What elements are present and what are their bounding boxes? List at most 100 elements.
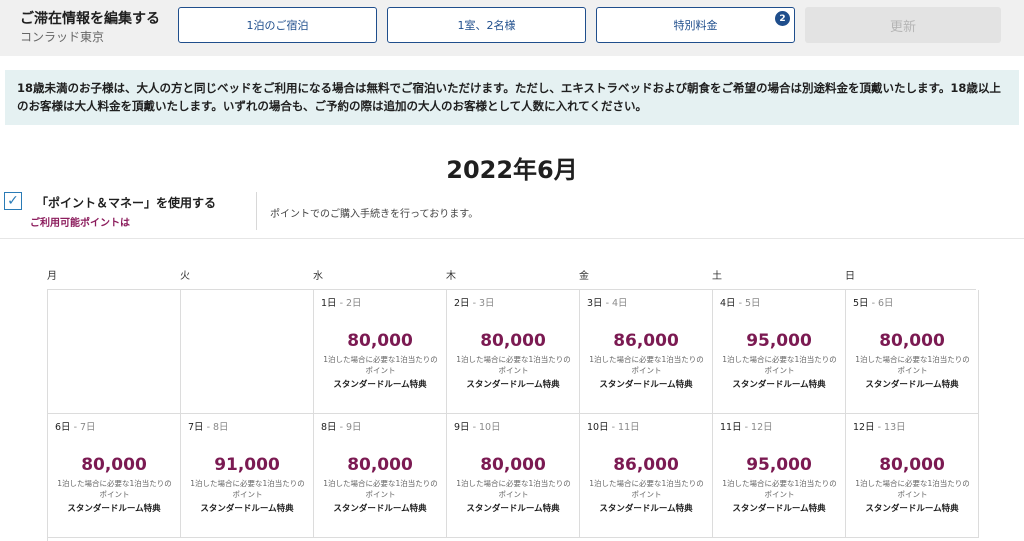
stay-dates: 9日 - 10日 <box>454 419 501 433</box>
points-price: 80,000 <box>480 455 546 475</box>
points-price: 80,000 <box>480 331 546 351</box>
weekday-sun: 日 <box>845 271 855 282</box>
checkin-date: 4日 <box>720 298 736 309</box>
room-type: スタンダードルーム特典 <box>599 380 693 390</box>
points-price: 80,000 <box>347 331 413 351</box>
room-type: スタンダードルーム特典 <box>333 380 427 390</box>
points-note: 1泊した場合に必要な1泊当たりのポイント <box>190 479 305 499</box>
points-note: 1泊した場合に必要な1泊当たりのポイント <box>722 355 837 375</box>
stay-dates: 10日 - 11日 <box>587 419 640 433</box>
room-type: スタンダードルーム特典 <box>200 504 294 514</box>
calendar-day-cell[interactable]: 8日 - 9日 80,000 1泊した場合に必要な1泊当たりのポイント スタンダ… <box>314 414 447 538</box>
points-note: 1泊した場合に必要な1泊当たりのポイント <box>323 355 438 375</box>
room-type: スタンダードルーム特典 <box>333 504 427 514</box>
checkin-date: 9日 <box>454 422 470 433</box>
divider <box>256 192 257 230</box>
points-price: 80,000 <box>81 455 147 475</box>
calendar-day-cell[interactable]: 1日 - 2日 80,000 1泊した場合に必要な1泊当たりのポイント スタンダ… <box>314 290 447 414</box>
weekday-thu: 木 <box>446 271 456 282</box>
child-policy-text: 18歳未満のお子様は、大人の方と同じベッドをご利用になる場合は無料でご宿泊いただ… <box>17 81 1001 113</box>
points-note: 1泊した場合に必要な1泊当たりのポイント <box>456 479 571 499</box>
stay-dates: 6日 - 7日 <box>55 419 96 433</box>
calendar-day-cell[interactable]: 5日 - 6日 80,000 1泊した場合に必要な1泊当たりのポイント スタンダ… <box>846 290 979 414</box>
room-type: スタンダードルーム特典 <box>466 380 560 390</box>
calendar-day-cell[interactable]: 7日 - 8日 91,000 1泊した場合に必要な1泊当たりのポイント スタンダ… <box>181 414 314 538</box>
room-type: スタンダードルーム特典 <box>865 380 959 390</box>
hotel-name: コンラッド東京 <box>20 30 105 44</box>
stay-dates: 12日 - 13日 <box>853 419 906 433</box>
checkout-date: - 10日 <box>469 422 501 433</box>
points-and-money-label[interactable]: 「ポイント＆マネー」を使用する <box>36 194 216 211</box>
points-note: 1泊した場合に必要な1泊当たりのポイント <box>323 479 438 499</box>
checkin-date: 6日 <box>55 422 71 433</box>
points-purchase-notice: ポイントでのご購入手続きを行っております。 <box>270 209 479 220</box>
checkout-date: - 5日 <box>735 298 761 309</box>
calendar-day-cell[interactable]: 12日 - 13日 80,000 1泊した場合に必要な1泊当たりのポイント スタ… <box>846 414 979 538</box>
rooms-guests-selector-button[interactable]: 1室、2名様 <box>387 7 586 43</box>
checkout-date: - 9日 <box>336 422 362 433</box>
checkin-date: 2日 <box>454 298 470 309</box>
stay-edit-header: ご滞在情報を編集する コンラッド東京 1泊のご宿泊 1室、2名様 特別料金 2 … <box>0 0 1024 56</box>
checkin-date: 7日 <box>188 422 204 433</box>
stay-dates: 3日 - 4日 <box>587 295 628 309</box>
stay-dates: 5日 - 6日 <box>853 295 894 309</box>
weekday-mon: 月 <box>47 271 57 282</box>
update-button[interactable]: 更新 <box>805 7 1001 43</box>
weekday-wed: 水 <box>313 271 323 282</box>
calendar-day-cell[interactable]: 10日 - 11日 86,000 1泊した場合に必要な1泊当たりのポイント スタ… <box>580 414 713 538</box>
calendar-day-cell[interactable]: 3日 - 4日 86,000 1泊した場合に必要な1泊当たりのポイント スタンダ… <box>580 290 713 414</box>
special-rates-button[interactable]: 特別料金 2 <box>596 7 795 43</box>
special-rates-label: 特別料金 <box>673 19 718 32</box>
points-note: 1泊した場合に必要な1泊当たりのポイント <box>722 479 837 499</box>
section-divider <box>0 238 1024 239</box>
weekday-tue: 火 <box>180 271 190 282</box>
room-type: スタンダードルーム特典 <box>865 504 959 514</box>
stay-dates: 7日 - 8日 <box>188 419 229 433</box>
calendar-empty-cell <box>48 290 181 414</box>
weekday-fri: 金 <box>579 271 589 282</box>
checkin-date: 10日 <box>587 422 609 433</box>
checkin-date: 8日 <box>321 422 337 433</box>
calendar-day-cell[interactable]: 6日 - 7日 80,000 1泊した場合に必要な1泊当たりのポイント スタンダ… <box>48 414 181 538</box>
checkout-date: - 7日 <box>70 422 96 433</box>
checkout-date: - 13日 <box>874 422 906 433</box>
checkin-date: 3日 <box>587 298 603 309</box>
points-price: 95,000 <box>746 455 812 475</box>
checkin-date: 5日 <box>853 298 869 309</box>
checkout-date: - 6日 <box>868 298 894 309</box>
checkin-date: 11日 <box>720 422 742 433</box>
special-rates-count-badge: 2 <box>775 11 790 26</box>
points-price: 91,000 <box>214 455 280 475</box>
stay-dates: 1日 - 2日 <box>321 295 362 309</box>
room-type: スタンダードルーム特典 <box>466 504 560 514</box>
room-type: スタンダードルーム特典 <box>732 504 826 514</box>
checkout-date: - 2日 <box>336 298 362 309</box>
checkout-date: - 8日 <box>203 422 229 433</box>
calendar-day-cell[interactable]: 9日 - 10日 80,000 1泊した場合に必要な1泊当たりのポイント スタン… <box>447 414 580 538</box>
checkout-date: - 4日 <box>602 298 628 309</box>
edit-stay-title: ご滞在情報を編集する <box>20 11 160 27</box>
nights-selector-button[interactable]: 1泊のご宿泊 <box>178 7 377 43</box>
room-type: スタンダードルーム特典 <box>599 504 693 514</box>
calendar-day-cell[interactable]: 4日 - 5日 95,000 1泊した場合に必要な1泊当たりのポイント スタンダ… <box>713 290 846 414</box>
checkmark-icon: ✓ <box>7 193 19 209</box>
points-price: 86,000 <box>613 455 679 475</box>
checkin-date: 1日 <box>321 298 337 309</box>
room-type: スタンダードルーム特典 <box>67 504 161 514</box>
points-note: 1泊した場合に必要な1泊当たりのポイント <box>456 355 571 375</box>
points-and-money-checkbox[interactable]: ✓ <box>4 192 22 210</box>
points-price: 95,000 <box>746 331 812 351</box>
available-points-link[interactable]: ご利用可能ポイントは <box>30 214 130 229</box>
points-note: 1泊した場合に必要な1泊当たりのポイント <box>589 479 704 499</box>
calendar-day-cell[interactable]: 11日 - 12日 95,000 1泊した場合に必要な1泊当たりのポイント スタ… <box>713 414 846 538</box>
points-note: 1泊した場合に必要な1泊当たりのポイント <box>855 479 970 499</box>
month-title: 2022年6月 <box>446 156 578 184</box>
child-policy-banner: 18歳未満のお子様は、大人の方と同じベッドをご利用になる場合は無料でご宿泊いただ… <box>5 70 1019 125</box>
points-price: 80,000 <box>879 455 945 475</box>
points-price: 86,000 <box>613 331 679 351</box>
calendar-grid: 1日 - 2日 80,000 1泊した場合に必要な1泊当たりのポイント スタンダ… <box>47 289 979 541</box>
calendar-day-cell[interactable]: 2日 - 3日 80,000 1泊した場合に必要な1泊当たりのポイント スタンダ… <box>447 290 580 414</box>
stay-dates: 2日 - 3日 <box>454 295 495 309</box>
checkout-date: - 3日 <box>469 298 495 309</box>
room-type: スタンダードルーム特典 <box>732 380 826 390</box>
